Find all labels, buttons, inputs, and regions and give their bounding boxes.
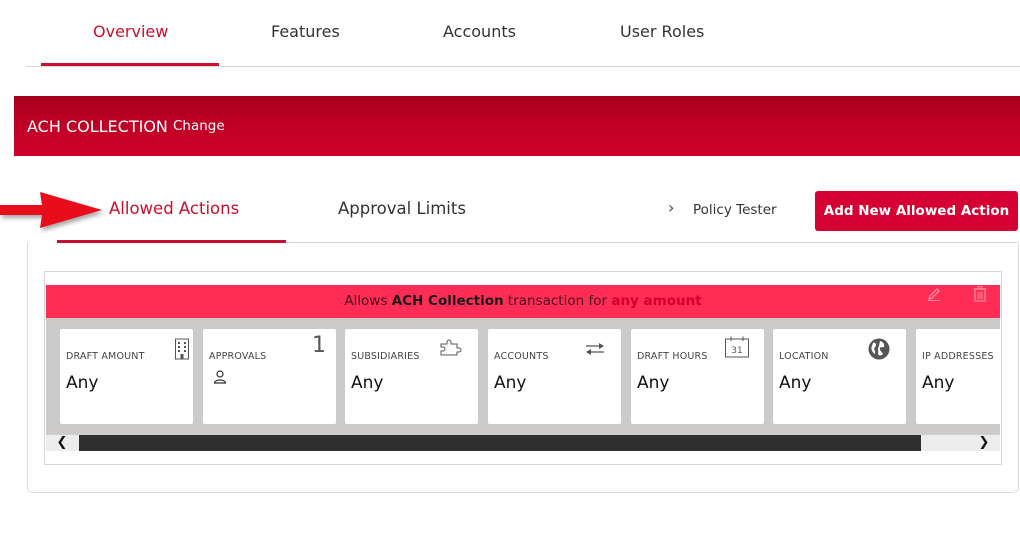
policy-tester-link[interactable]: Policy Tester	[693, 202, 777, 218]
tab-accounts[interactable]: Accounts	[443, 22, 516, 41]
rule-summary-text: Allows ACH Collection transaction for an…	[46, 293, 1000, 309]
calendar-day: 31	[731, 346, 742, 356]
horizontal-scrollbar[interactable]: ❮ ❯	[46, 434, 1000, 451]
card-draft-hours: DRAFT HOURS 31 Any	[631, 329, 764, 424]
rule-prefix: Allows	[344, 293, 388, 309]
card-location: LOCATION Any	[773, 329, 906, 424]
scroll-thumb[interactable]	[79, 435, 921, 451]
pointer-arrow-icon	[0, 192, 102, 228]
card-value: Any	[637, 373, 670, 393]
card-value: Any	[494, 373, 527, 393]
conditions-scroll-area[interactable]: DRAFT AMOUNT Any APPROVALS 1 SUBSIDIARIE…	[46, 318, 1000, 434]
tab-approval-limits[interactable]: Approval Limits	[338, 199, 466, 218]
add-new-allowed-action-button[interactable]: Add New Allowed Action	[815, 191, 1018, 231]
puzzle-icon	[440, 339, 462, 356]
tab-features[interactable]: Features	[271, 22, 340, 41]
card-value: Any	[779, 373, 812, 393]
card-value: Any	[922, 373, 955, 393]
person-icon	[213, 370, 227, 384]
chevron-right-icon[interactable]: ›	[668, 198, 674, 217]
card-draft-amount: DRAFT AMOUNT Any	[60, 329, 193, 424]
rule-middle: transaction for	[507, 293, 608, 309]
transfer-arrows-icon	[586, 343, 604, 355]
feature-title: ACH COLLECTION	[27, 117, 168, 136]
card-label: DRAFT HOURS	[637, 351, 708, 362]
building-icon	[175, 338, 189, 360]
edit-icon[interactable]	[926, 286, 942, 302]
rule-transaction: ACH Collection	[391, 293, 504, 309]
card-label: ACCOUNTS	[494, 351, 549, 362]
approvals-count: 1	[312, 333, 326, 358]
card-label: DRAFT AMOUNT	[66, 351, 145, 362]
tab-overview[interactable]: Overview	[93, 22, 168, 41]
card-label: LOCATION	[779, 351, 829, 362]
card-subsidiaries: SUBSIDIARIES Any	[345, 329, 478, 424]
feature-banner: ACH COLLECTION Change	[14, 96, 1020, 156]
tab-allowed-actions[interactable]: Allowed Actions	[109, 199, 239, 218]
change-link[interactable]: Change	[173, 118, 225, 134]
card-label: IP ADDRESSES	[922, 351, 994, 362]
tab-user-roles[interactable]: User Roles	[620, 22, 704, 41]
globe-icon	[868, 338, 890, 360]
card-approvals: APPROVALS 1	[203, 329, 336, 424]
card-label: SUBSIDIARIES	[351, 351, 420, 362]
tab-divider	[26, 66, 1020, 67]
card-value: Any	[351, 373, 384, 393]
card-value: Any	[66, 373, 99, 393]
rule-summary: Allows ACH Collection transaction for an…	[46, 285, 1000, 318]
rule-amount: any amount	[611, 293, 702, 309]
card-ip-addresses: IP ADDRESSES Any	[916, 329, 1000, 424]
card-accounts: ACCOUNTS Any	[488, 329, 621, 424]
calendar-icon: 31	[725, 336, 749, 358]
top-tab-bar: Overview Features Accounts User Roles	[0, 0, 1020, 67]
scroll-left-arrow-icon[interactable]: ❮	[46, 435, 78, 451]
delete-icon[interactable]	[973, 286, 987, 302]
card-label: APPROVALS	[209, 351, 267, 362]
scroll-right-arrow-icon[interactable]: ❯	[968, 435, 1000, 451]
